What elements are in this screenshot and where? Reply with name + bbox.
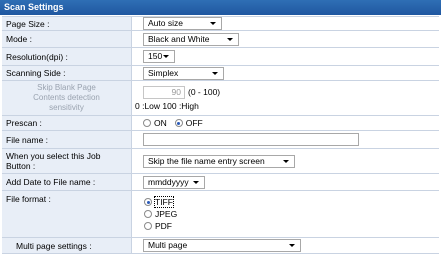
row-multi-page: Multi page settings : Multi page xyxy=(2,238,439,254)
prescan-off-option[interactable]: OFF xyxy=(174,118,203,128)
chevron-down-icon xyxy=(163,55,169,58)
scan-settings-table: Page Size : Auto size Mode : Black and W… xyxy=(2,16,439,254)
prescan-on-label: ON xyxy=(154,118,167,128)
prescan-on-option[interactable]: ON xyxy=(143,118,167,128)
page-size-select[interactable]: Auto size xyxy=(143,17,222,30)
row-skip-blank: Skip Blank Page Contents detection sensi… xyxy=(2,81,439,116)
chevron-down-icon xyxy=(289,244,295,247)
sensitivity-input[interactable]: 90 xyxy=(143,85,185,99)
scanning-side-select[interactable]: Simplex xyxy=(143,66,224,80)
prescan-off-radio[interactable] xyxy=(174,119,183,127)
multi-page-label: Multi page settings : xyxy=(2,238,132,253)
format-option-pdf[interactable]: PDF xyxy=(144,220,172,232)
resolution-value: 150 xyxy=(148,51,163,61)
chevron-down-icon xyxy=(210,22,216,25)
job-button-value: Skip the file name entry screen xyxy=(148,155,265,166)
sensitivity-range: (0 - 100) xyxy=(188,87,221,97)
mode-value: Black and White xyxy=(148,33,210,44)
format-jpeg-radio[interactable] xyxy=(144,210,152,218)
page-size-label: Page Size : xyxy=(2,17,132,30)
mode-select[interactable]: Black and White xyxy=(143,32,239,46)
job-button-select[interactable]: Skip the file name entry screen xyxy=(143,154,295,168)
skip-blank-label-line1: Skip Blank Page xyxy=(37,83,96,92)
job-button-label-line2: Button : xyxy=(6,161,36,171)
file-name-input[interactable] xyxy=(143,133,359,146)
multi-page-value: Multi page xyxy=(148,240,188,250)
row-mode: Mode : Black and White xyxy=(2,31,439,48)
format-option-jpeg[interactable]: JPEG xyxy=(144,208,177,220)
scanning-side-value: Simplex xyxy=(148,67,179,78)
row-file-name: File name : xyxy=(2,131,439,149)
file-format-label: File format : xyxy=(2,191,132,237)
scanning-side-label: Scanning Side : xyxy=(2,66,132,80)
panel-header: Scan Settings xyxy=(0,0,441,15)
format-jpeg-label: JPEG xyxy=(155,209,178,219)
skip-blank-label-line3: sensitivity xyxy=(49,103,84,112)
row-resolution: Resolution(dpi) : 150 xyxy=(2,48,439,66)
chevron-down-icon xyxy=(227,37,233,41)
row-scanning-side: Scanning Side : Simplex xyxy=(2,66,439,81)
job-button-label: When you select this Job Button : xyxy=(2,149,132,173)
format-pdf-radio[interactable] xyxy=(144,222,152,230)
add-date-select[interactable]: mmddyyyy xyxy=(143,175,205,189)
prescan-on-radio[interactable] xyxy=(143,119,151,127)
file-name-label: File name : xyxy=(2,131,132,148)
mode-label: Mode : xyxy=(2,31,132,47)
chevron-down-icon xyxy=(283,159,289,163)
format-tiff-radio[interactable] xyxy=(144,198,152,206)
row-file-format: File format : TIFF JPEG PDF xyxy=(2,191,439,238)
format-option-tiff[interactable]: TIFF xyxy=(144,196,174,208)
prescan-label: Prescan : xyxy=(2,116,132,130)
resolution-select[interactable]: 150 xyxy=(143,50,175,63)
chevron-down-icon xyxy=(212,71,218,75)
skip-blank-label: Skip Blank Page Contents detection sensi… xyxy=(2,81,132,115)
sensitivity-hint: 0 :Low 100 :High xyxy=(135,100,199,111)
prescan-off-label: OFF xyxy=(185,118,203,128)
job-button-label-line1: When you select this Job xyxy=(6,151,101,161)
skip-blank-label-line2: Contents detection xyxy=(33,93,100,102)
chevron-down-icon xyxy=(193,180,199,184)
page-size-value: Auto size xyxy=(148,18,183,28)
add-date-label: Add Date to File name : xyxy=(2,174,132,190)
row-prescan: Prescan : ON OFF xyxy=(2,116,439,131)
multi-page-select[interactable]: Multi page xyxy=(143,239,301,252)
resolution-label: Resolution(dpi) : xyxy=(2,48,132,65)
format-tiff-label: TIFF xyxy=(154,196,174,208)
row-add-date: Add Date to File name : mmddyyyy xyxy=(2,174,439,191)
row-job-button: When you select this Job Button : Skip t… xyxy=(2,149,439,174)
add-date-value: mmddyyyy xyxy=(148,176,189,187)
format-pdf-label: PDF xyxy=(155,221,172,231)
row-page-size: Page Size : Auto size xyxy=(2,17,439,31)
